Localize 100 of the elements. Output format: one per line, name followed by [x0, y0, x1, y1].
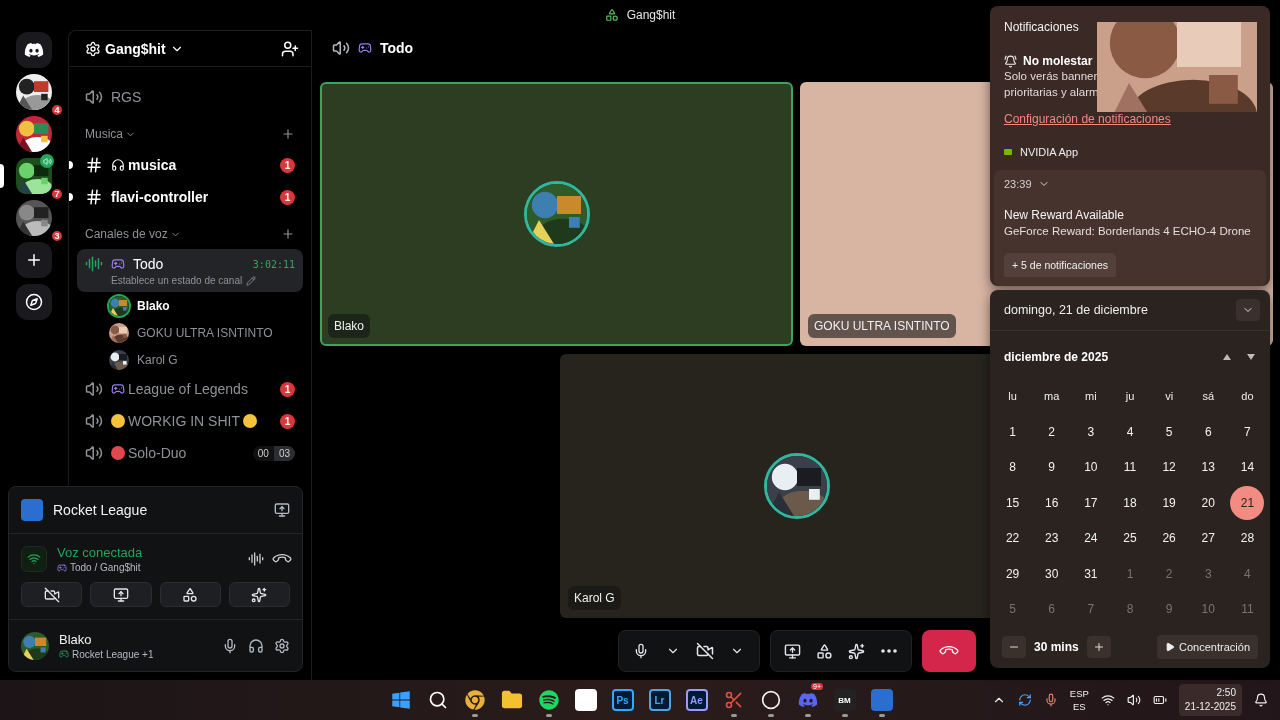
sound-wave-icon [85, 255, 103, 273]
wifi-icon[interactable] [1100, 693, 1115, 707]
voice-status: Voz conectada [57, 545, 144, 560]
home-button[interactable] [16, 32, 52, 68]
calendar-day[interactable]: 11 [1113, 450, 1147, 485]
server-name[interactable]: Gang$hit [105, 40, 166, 57]
mic-icon[interactable] [1043, 693, 1058, 707]
add-server-button[interactable] [16, 242, 52, 278]
calendar-day[interactable]: 5 [1152, 414, 1187, 449]
focus-duration: 30 mins [1034, 640, 1079, 655]
calendar-day[interactable]: 13 [1191, 450, 1226, 485]
previous-month-icon[interactable] [1222, 352, 1232, 361]
collapse-button[interactable] [1236, 299, 1260, 322]
hang-up-button[interactable] [921, 630, 976, 672]
hash-icon [85, 188, 103, 206]
add-channel-icon[interactable] [281, 127, 295, 141]
calendar-day[interactable]: 14 [1230, 450, 1265, 485]
app-icon[interactable]: Ae [685, 689, 708, 711]
mic-icon[interactable] [222, 637, 238, 654]
focus-button[interactable]: Concentración [1157, 635, 1258, 660]
calendar-day[interactable]: 28 [1230, 521, 1265, 556]
voice-channel-item[interactable]: Todo 3:02:11 Establece un estado de canal [77, 249, 303, 292]
calendar-day[interactable]: 3 [1073, 414, 1108, 449]
calendar-day[interactable]: 26 [1152, 521, 1187, 556]
next-month-icon[interactable] [1246, 352, 1256, 361]
search-icon[interactable] [427, 690, 448, 710]
mention-badge: 3 [50, 229, 64, 243]
calendar-day[interactable]: 25 [1113, 521, 1147, 556]
dnd-title: No molestar [1023, 54, 1093, 68]
calendar-day[interactable]: 23 [1034, 521, 1069, 556]
voice-channel-item[interactable]: Solo-Duo 00 03 [77, 437, 303, 469]
voice-channel-item[interactable]: WORKIG IN SHIT 1 [77, 405, 303, 437]
calendar-day[interactable]: 21 [1230, 485, 1265, 520]
calendar-day[interactable]: 12 [1152, 450, 1187, 485]
dnd-description: Solo verás banner [1004, 69, 1099, 84]
start-icon[interactable] [390, 690, 411, 710]
settings-icon[interactable] [274, 637, 290, 654]
calendar-day[interactable]: 27 [1191, 521, 1226, 556]
gamepad-icon [57, 562, 67, 573]
server-icon[interactable] [16, 116, 52, 152]
sound-wave-icon[interactable] [248, 551, 264, 567]
volume-icon[interactable] [1126, 693, 1141, 707]
server-icon[interactable] [16, 158, 52, 194]
soundboard-button[interactable] [228, 582, 290, 607]
notification-bell-icon[interactable] [1254, 693, 1268, 707]
calendar-day[interactable]: 1 [995, 414, 1030, 449]
voice-channel-item[interactable]: League of Legends 1 [77, 373, 303, 405]
chat-app-icon[interactable] [797, 690, 818, 710]
discover-button[interactable] [16, 284, 52, 320]
browser-icon[interactable] [464, 690, 485, 710]
unread-count: 1 [280, 157, 295, 173]
text-channel-item[interactable]: musica 1 [77, 149, 303, 181]
calendar-day[interactable]: 29 [995, 556, 1030, 591]
scissors-icon[interactable] [723, 690, 744, 710]
app-icon[interactable]: Lr [648, 689, 671, 711]
category-name[interactable]: Canales de voz [85, 227, 168, 241]
folder-icon[interactable] [500, 689, 523, 711]
decrease-button[interactable] [1002, 636, 1026, 659]
screen-share-icon [784, 642, 801, 660]
sync-icon[interactable] [1017, 693, 1032, 707]
calendar-day[interactable]: 30 [1034, 556, 1069, 591]
battery-icon[interactable] [1152, 693, 1167, 707]
calendar-day[interactable]: 4 [1113, 414, 1147, 449]
stream-icon[interactable] [274, 502, 290, 518]
add-channel-icon[interactable] [281, 227, 295, 241]
calendar-day[interactable]: 20 [1191, 485, 1226, 520]
category-name[interactable]: Musica [85, 127, 123, 141]
voice-channel-item[interactable]: RGS [77, 81, 303, 113]
camera-button[interactable] [21, 582, 83, 607]
calendar-day[interactable]: 17 [1073, 485, 1108, 520]
month-title[interactable]: diciembre de 2025 [1004, 349, 1109, 364]
text-channel-item[interactable]: flavi-controller 1 [77, 181, 303, 213]
share-screen-button[interactable] [90, 582, 152, 607]
app-icon[interactable]: Ps [611, 689, 634, 711]
increase-button[interactable] [1086, 636, 1111, 659]
calendar-day[interactable]: 19 [1152, 485, 1187, 520]
calendar-day[interactable]: 9 [1034, 450, 1069, 485]
calendar-day[interactable]: 2 [1034, 414, 1069, 449]
invite-icon[interactable] [281, 39, 299, 58]
calendar-day[interactable]: 6 [1191, 414, 1226, 449]
calendar-day[interactable]: 15 [995, 485, 1030, 520]
game-icon[interactable]: BM [833, 689, 856, 711]
calendar-day[interactable]: 31 [1073, 556, 1108, 591]
calendar-day[interactable]: 16 [1034, 485, 1069, 520]
language-indicator[interactable]: ESP ES [1069, 687, 1089, 713]
music-app-icon[interactable] [538, 690, 559, 710]
calendar-day[interactable]: 7 [1230, 414, 1265, 449]
calendar-day[interactable]: 8 [995, 450, 1030, 485]
calendar-day[interactable]: 24 [1073, 521, 1108, 556]
settings-link[interactable]: Configuración de notificaciones [1004, 112, 1171, 126]
calendar-day[interactable]: 10 [1073, 450, 1108, 485]
calendar-day[interactable]: 18 [1113, 485, 1147, 520]
headphones-icon[interactable] [248, 637, 264, 654]
more-notifications-button[interactable]: + 5 de notificaciones [1004, 253, 1117, 277]
server-icon[interactable] [16, 200, 52, 236]
activities-button[interactable] [159, 582, 221, 607]
voice-channel-link[interactable]: Todo / Gang$hit [70, 562, 141, 573]
clock[interactable]: 2:50 21-12-2025 [1178, 684, 1242, 716]
server-icon[interactable] [16, 74, 52, 110]
calendar-day[interactable]: 22 [995, 521, 1030, 556]
